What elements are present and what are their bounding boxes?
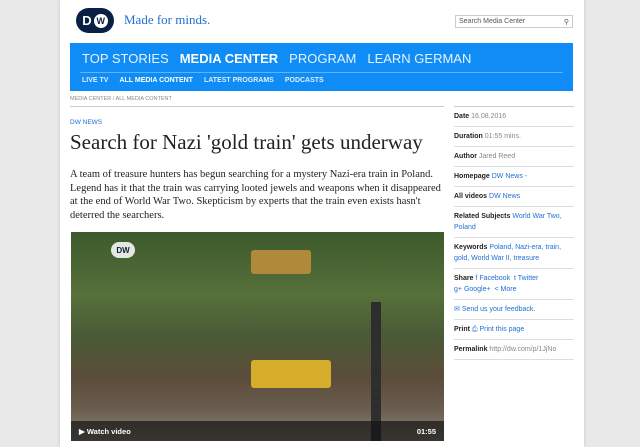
video-frame-truck xyxy=(251,250,311,274)
share-google[interactable]: g+ Google+ xyxy=(454,286,491,293)
main-nav: TOP STORIES MEDIA CENTER PROGRAM LEARN G… xyxy=(70,43,573,91)
date-label: Date xyxy=(454,113,470,120)
allvideos-link[interactable]: DW News xyxy=(489,193,520,200)
print-link[interactable]: ⎙ Print this page xyxy=(472,326,524,333)
duration-value: 01:55 mins. xyxy=(484,133,521,140)
search-placeholder: Search Media Center xyxy=(459,18,526,25)
video-controls: ▶ Watch video 01:55 xyxy=(71,421,444,441)
nav-learn-german[interactable]: LEARN GERMAN xyxy=(367,51,471,66)
google-label: Google+ xyxy=(463,286,491,293)
feedback-link[interactable]: ✉ Send us your feedback. xyxy=(454,306,535,313)
homepage-label: Homepage xyxy=(454,173,490,180)
page-title: Search for Nazi 'gold train' gets underw… xyxy=(70,130,423,154)
facebook-icon: f xyxy=(475,275,478,282)
subnav-latest-programs[interactable]: LATEST PROGRAMS xyxy=(204,77,274,84)
video-player[interactable]: DW ▶ Watch video 01:55 xyxy=(71,232,444,441)
twitter-icon: t xyxy=(513,275,516,282)
divider xyxy=(70,106,444,107)
dw-logo[interactable]: DW xyxy=(76,8,114,33)
article-teaser: A team of treasure hunters has begun sea… xyxy=(70,169,441,221)
print-text: Print this page xyxy=(479,326,525,333)
permalink-value[interactable]: http://dw.com/p/1JjNo xyxy=(489,346,556,353)
share-facebook[interactable]: f Facebook xyxy=(475,275,510,282)
feedback-label: Send us your feedback. xyxy=(461,306,536,313)
google-plus-icon: g+ xyxy=(454,286,462,293)
facebook-label: Facebook xyxy=(479,275,511,282)
allvideos-label: All videos xyxy=(454,193,488,200)
dw-watermark: DW xyxy=(111,242,135,258)
watch-video-button[interactable]: ▶ Watch video xyxy=(79,427,131,436)
subnav-all-media[interactable]: ALL MEDIA CONTENT xyxy=(119,77,193,84)
watch-label: Watch video xyxy=(86,426,131,436)
sidebar: Date 16.08.2016 Duration 01:55 mins. Aut… xyxy=(454,107,574,360)
subnav-live-tv[interactable]: LIVE TV xyxy=(82,77,108,84)
date-value: 16.08.2016 xyxy=(471,113,507,120)
duration-label: Duration xyxy=(454,133,483,140)
article-category[interactable]: DW NEWS xyxy=(70,119,102,126)
share-twitter[interactable]: t Twitter xyxy=(514,275,538,282)
tagline: Made for minds. xyxy=(124,12,211,27)
print-icon: ⎙ xyxy=(471,326,478,333)
keywords-label: Keywords xyxy=(454,244,488,251)
play-icon: ▶ xyxy=(79,426,85,436)
video-frame-digger xyxy=(251,360,331,388)
search-input[interactable]: Search Media Center ⚲ xyxy=(455,15,573,28)
twitter-label: Twitter xyxy=(517,275,539,282)
homepage-link[interactable]: DW News - xyxy=(492,173,527,180)
permalink-label: Permalink xyxy=(454,346,488,353)
nav-media-center[interactable]: MEDIA CENTER xyxy=(180,51,278,66)
share-icon: < xyxy=(494,286,499,293)
more-label: More xyxy=(500,286,517,293)
share-more[interactable]: < More xyxy=(495,286,517,293)
mail-icon: ✉ xyxy=(454,306,460,313)
nav-program[interactable]: PROGRAM xyxy=(289,51,356,66)
subnav-podcasts[interactable]: PODCASTS xyxy=(285,77,324,84)
share-label: Share xyxy=(454,275,474,282)
related-label: Related Subjects xyxy=(454,213,511,220)
author-label: Author xyxy=(454,153,477,160)
nav-top-stories[interactable]: TOP STORIES xyxy=(82,51,169,66)
author-value: Jared Reed xyxy=(478,153,516,160)
print-label: Print xyxy=(454,326,470,333)
page: DW Made for minds. Search Media Center ⚲… xyxy=(60,0,584,447)
breadcrumb[interactable]: MEDIA CENTER / ALL MEDIA CONTENT xyxy=(70,96,172,102)
divider xyxy=(80,72,563,73)
search-icon[interactable]: ⚲ xyxy=(564,18,569,26)
video-duration: 01:55 xyxy=(416,426,436,436)
